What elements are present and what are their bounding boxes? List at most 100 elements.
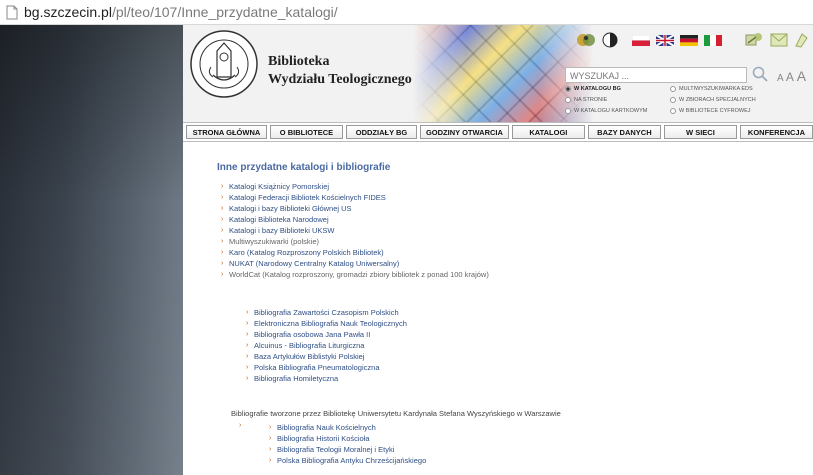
content-area: Inne przydatne katalogi i bibliografie ›… bbox=[217, 162, 797, 384]
nav-oddzialy-bg[interactable]: ODDZIAŁY BG bbox=[345, 125, 418, 139]
list-item[interactable]: › Polska Bibliografia Antyku Chrześcijańs… bbox=[265, 455, 426, 466]
library-title-line2: Wydziału Teologicznego bbox=[268, 72, 412, 87]
font-size-controls: A A A bbox=[777, 68, 806, 84]
catalog-link[interactable]: NUKAT (Narodowy Centralny Katalog Uniwer… bbox=[229, 259, 399, 268]
list-item[interactable]: › Bibliografia Nauk Kościelnych bbox=[265, 422, 426, 433]
radio-label: MULTIWYSZUKIWARKA EDS bbox=[679, 86, 753, 92]
uksw-note: Bibliografie tworzone przez Bibliotekę U… bbox=[231, 409, 561, 418]
radio-katalog-bg[interactable]: W KATALOGU BG bbox=[565, 86, 621, 92]
list-item[interactable]: › Bibliografia Homiletyczna bbox=[242, 373, 797, 384]
nav-katalogi[interactable]: KATALOGI bbox=[511, 125, 585, 139]
address-bar[interactable]: bg.szczecin.pl/pl/teo/107/Inne_przydatne… bbox=[0, 0, 813, 25]
catalog-link[interactable]: Katalogi i bazy Biblioteki Głównej US bbox=[229, 204, 352, 213]
bibliography-link[interactable]: Bibliografia Zawartości Czasopism Polski… bbox=[254, 308, 399, 317]
radio-label: W ZBIORACH SPECJALNYCH bbox=[679, 97, 756, 103]
bibliography-link[interactable]: Bibliografia Homiletyczna bbox=[254, 374, 338, 383]
catalog-link[interactable]: WorldCat (Katalog rozproszony, gromadzi … bbox=[229, 270, 489, 279]
sitemap-icon[interactable] bbox=[744, 31, 764, 54]
list-item[interactable]: › Alcuinus - Bibliografia Liturgiczna bbox=[242, 340, 797, 351]
uksw-link[interactable]: Bibliografia Historii Kościoła bbox=[277, 434, 370, 443]
catalog-link[interactable]: Katalogi Książnicy Pomorskiej bbox=[229, 182, 329, 191]
mail-icon[interactable] bbox=[770, 32, 788, 53]
uksw-list: › Bibliografia Nauk Kościelnych › Bibliogr… bbox=[265, 422, 426, 466]
url-path: /pl/teo/107/Inne_przydatne_katalogi/ bbox=[111, 4, 338, 20]
radio-katalog-kartkowy[interactable]: W KATALOGU KARTKOWYM bbox=[565, 108, 647, 114]
nav-konferencja[interactable]: KONFERENCJA bbox=[739, 125, 813, 139]
nav-godziny-otwarcia[interactable]: GODZINY OTWARCIA bbox=[420, 125, 509, 139]
radio-zbiory-specjalne[interactable]: W ZBIORACH SPECJALNYCH bbox=[670, 97, 756, 103]
list-item[interactable]: › Katalogi Biblioteka Narodowej bbox=[217, 214, 797, 225]
bibliography-link[interactable]: Polska Bibliografia Pneumatologiczna bbox=[254, 363, 380, 372]
nav-o-bibliotece[interactable]: O BIBLIOTECE bbox=[269, 125, 343, 139]
radio-multiwyszukiwarka[interactable]: MULTIWYSZUKIWARKA EDS bbox=[670, 86, 753, 92]
list-item[interactable]: › WorldCat (Katalog rozproszony, gromadzi… bbox=[217, 269, 797, 280]
list-item[interactable]: › Baza Artykułów Biblistyki Polskiej bbox=[242, 351, 797, 362]
radio-dot[interactable] bbox=[670, 86, 676, 92]
catalog-link[interactable]: Katalogi Biblioteka Narodowej bbox=[229, 215, 329, 224]
bullet-icon: › bbox=[221, 227, 224, 234]
list-item[interactable]: › Karo (Katalog Rozproszony Polskich Bibl… bbox=[217, 247, 797, 258]
font-size-medium[interactable]: A bbox=[786, 70, 794, 84]
nav-w-sieci[interactable]: W SIECI bbox=[663, 125, 737, 139]
page-heading: Inne przydatne katalogi i bibliografie bbox=[217, 162, 391, 173]
uksw-link[interactable]: Bibliografia Teologii Moralnej i Etyki bbox=[277, 445, 394, 454]
flag-it-icon[interactable] bbox=[704, 33, 722, 51]
catalog-link[interactable]: Katalogi Federacji Bibliotek Kościelnych… bbox=[229, 193, 386, 202]
faculty-seal-logo[interactable] bbox=[189, 29, 259, 99]
bullet-icon: › bbox=[221, 271, 224, 278]
bullet-icon: › bbox=[246, 320, 249, 327]
radio-dot-selected[interactable] bbox=[565, 86, 571, 92]
bibliography-link[interactable]: Alcuinus - Bibliografia Liturgiczna bbox=[254, 341, 364, 350]
nav-strona-glowna[interactable]: STRONA GŁÓWNA bbox=[186, 125, 267, 139]
bullet-icon: › bbox=[221, 260, 224, 267]
catalog-link[interactable]: Multiwyszukiwarki (polskie) bbox=[229, 237, 319, 246]
header-icons bbox=[576, 31, 808, 53]
radio-dot[interactable] bbox=[565, 97, 571, 103]
bibliography-link[interactable]: Bibliografia osobowa Jana Pawła II bbox=[254, 330, 370, 339]
list-item[interactable]: › Katalogi Federacji Bibliotek Kościelnyc… bbox=[217, 192, 797, 203]
bullet-icon: › bbox=[239, 422, 242, 429]
search-input[interactable]: WYSZUKAJ ... bbox=[565, 67, 747, 83]
page-main: Biblioteka Wydziału Teologicznego WYSZUK… bbox=[183, 25, 813, 475]
list-item[interactable]: › Multiwyszukiwarki (polskie) bbox=[217, 236, 797, 247]
list-item[interactable]: › Elektroniczna Bibliografia Nauk Teologi… bbox=[242, 318, 797, 329]
contrast-icon[interactable] bbox=[602, 32, 618, 53]
radio-dot[interactable] bbox=[565, 108, 571, 114]
bibliography-link[interactable]: Baza Artykułów Biblistyki Polskiej bbox=[254, 352, 364, 361]
font-size-small[interactable]: A bbox=[777, 73, 783, 84]
flag-uk-icon[interactable] bbox=[655, 33, 675, 51]
list-item[interactable]: › NUKAT (Narodowy Centralny Katalog Uniwe… bbox=[217, 258, 797, 269]
uksw-link[interactable]: Bibliografia Nauk Kościelnych bbox=[277, 423, 376, 432]
bullet-icon: › bbox=[221, 205, 224, 212]
catalog-link[interactable]: Karo (Katalog Rozproszony Polskich Bibli… bbox=[229, 248, 384, 257]
search-icon[interactable] bbox=[751, 65, 769, 83]
flag-pl-icon[interactable] bbox=[631, 33, 651, 51]
contact-icon[interactable] bbox=[794, 32, 808, 53]
list-item[interactable]: › Bibliografia Zawartości Czasopism Polsk… bbox=[242, 307, 797, 318]
list-item[interactable]: › Katalogi i bazy Biblioteki UKSW bbox=[217, 225, 797, 236]
left-background-panel bbox=[0, 25, 183, 475]
list-item[interactable]: › Bibliografia Teologii Moralnej i Etyki bbox=[265, 444, 426, 455]
bullet-icon: › bbox=[246, 342, 249, 349]
bullet-icon: › bbox=[221, 183, 224, 190]
list-item[interactable]: › Katalogi i bazy Biblioteki Głównej US bbox=[217, 203, 797, 214]
uksw-link[interactable]: Polska Bibliografia Antyku Chrześcijańsk… bbox=[277, 456, 426, 465]
flag-de-icon[interactable] bbox=[680, 33, 698, 51]
url-text[interactable]: bg.szczecin.pl/pl/teo/107/Inne_przydatne… bbox=[24, 4, 338, 20]
list-item[interactable]: › Katalogi Książnicy Pomorskiej bbox=[217, 181, 797, 192]
library-title[interactable]: Biblioteka Wydziału Teologicznego bbox=[268, 53, 412, 89]
radio-label: NA STRONIE bbox=[574, 97, 608, 103]
radio-dot[interactable] bbox=[670, 108, 676, 114]
nav-bazy-danych[interactable]: BAZY DANYCH bbox=[587, 125, 661, 139]
list-item[interactable]: › Bibliografia Historii Kościoła bbox=[265, 433, 426, 444]
radio-biblioteka-cyfrowa[interactable]: W BIBLIOTECE CYFROWEJ bbox=[670, 108, 751, 114]
bibliography-link[interactable]: Elektroniczna Bibliografia Nauk Teologic… bbox=[254, 319, 407, 328]
radio-dot[interactable] bbox=[670, 97, 676, 103]
list-item[interactable]: › Polska Bibliografia Pneumatologiczna bbox=[242, 362, 797, 373]
list-item[interactable]: › Bibliografia osobowa Jana Pawła II bbox=[242, 329, 797, 340]
font-size-large[interactable]: A bbox=[797, 68, 806, 84]
catalog-link[interactable]: Katalogi i bazy Biblioteki UKSW bbox=[229, 226, 334, 235]
accessibility-icon[interactable] bbox=[576, 31, 596, 54]
bullet-icon: › bbox=[269, 424, 272, 431]
radio-na-stronie[interactable]: NA STRONIE bbox=[565, 97, 607, 103]
